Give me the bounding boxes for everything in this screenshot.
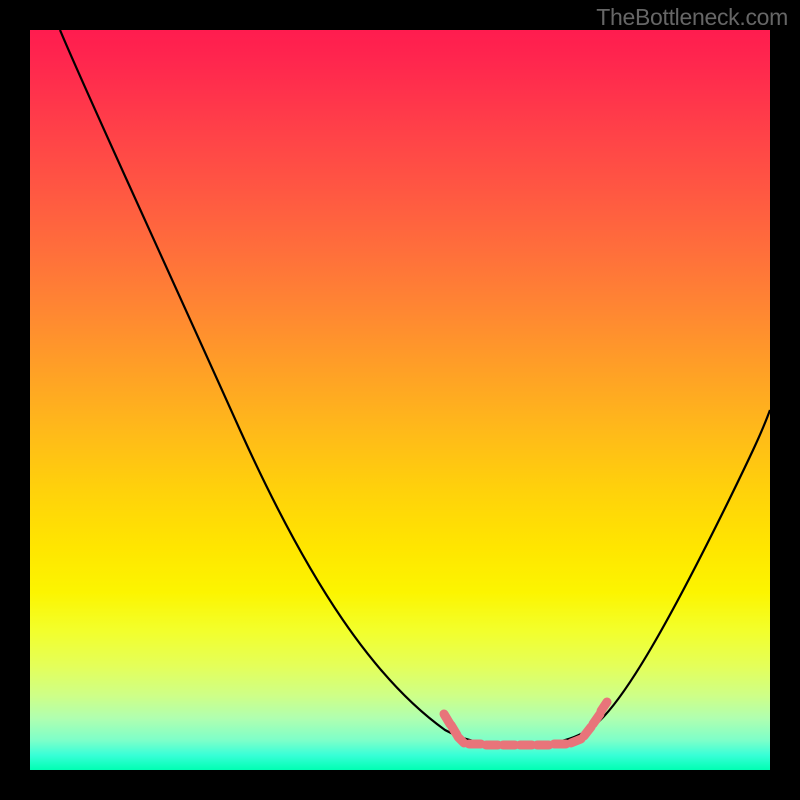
curve-svg [30, 30, 770, 770]
flat-marker-group [444, 702, 607, 745]
plot-area [30, 30, 770, 770]
chart-container: TheBottleneck.com [0, 0, 800, 800]
bottleneck-curve-line [60, 30, 770, 745]
attribution-text: TheBottleneck.com [596, 4, 788, 31]
